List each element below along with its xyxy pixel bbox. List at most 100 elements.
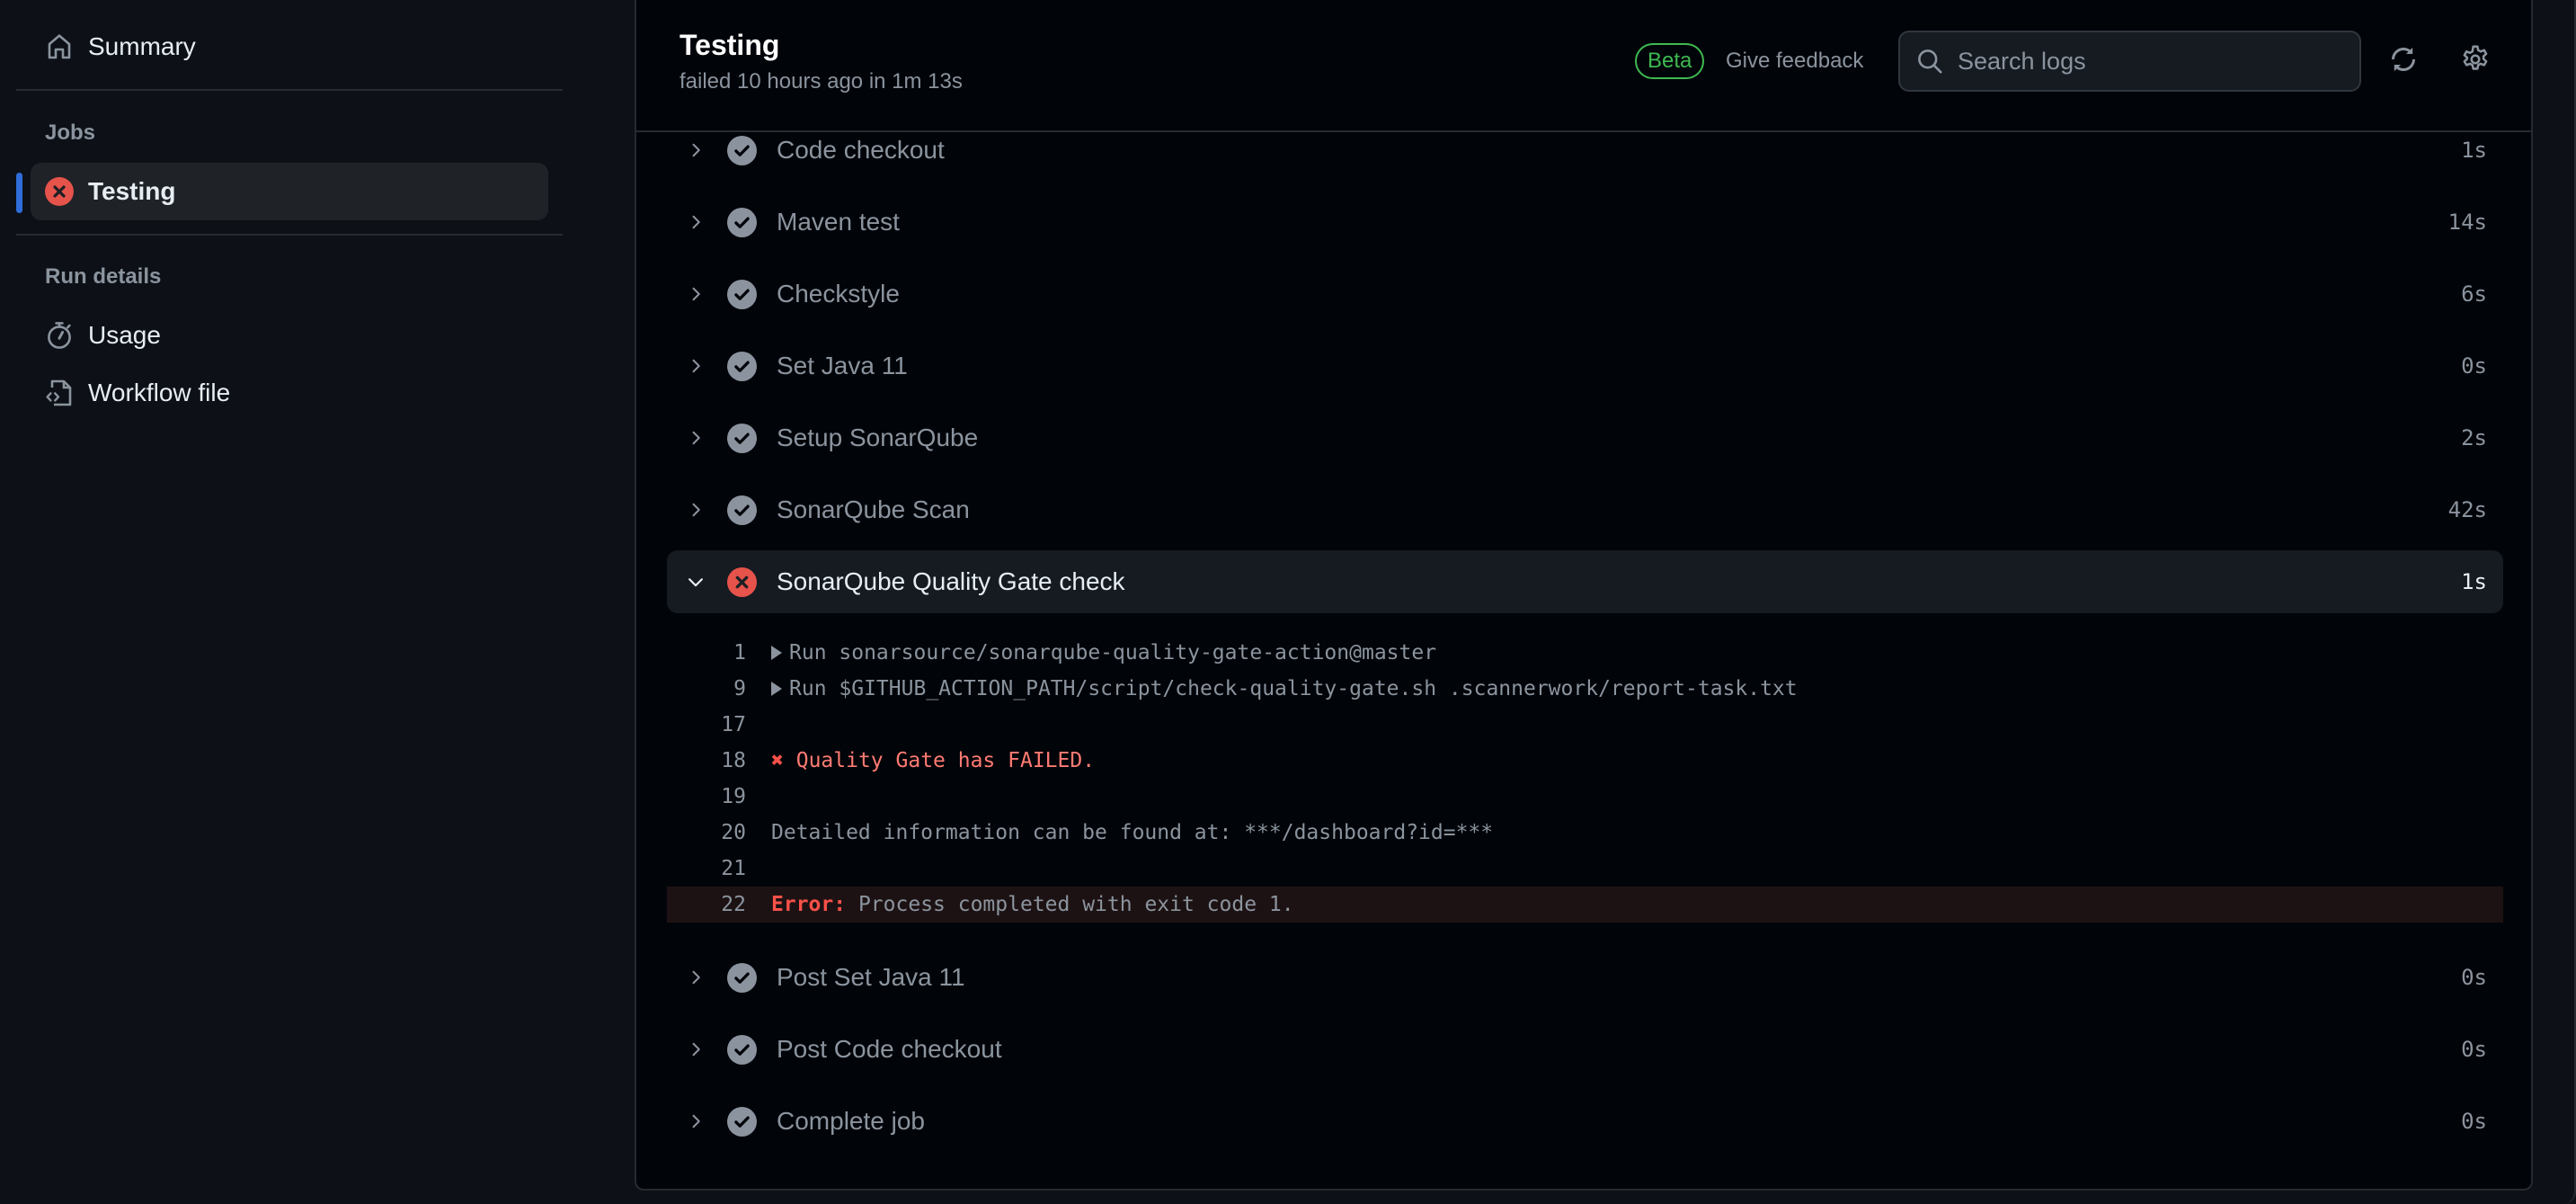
log-text: Quality Gate has FAILED. xyxy=(795,749,1096,772)
sidebar-item-usage[interactable]: Usage xyxy=(31,307,548,364)
check-circle-fill-icon xyxy=(727,962,757,993)
step-duration: 2s xyxy=(2461,425,2487,450)
step-duration: 14s xyxy=(2447,210,2487,235)
log-line: 9 Run $GITHUB_ACTION_PATH/script/check-q… xyxy=(667,671,2503,707)
log-text: Detailed information can be found at: **… xyxy=(771,821,1494,844)
run-details-heading: Run details xyxy=(45,264,162,289)
log-text: Process completed with exit code 1. xyxy=(857,893,1294,916)
step-name: Post Set Java 11 xyxy=(777,963,965,991)
sidebar-item-label: Workflow file xyxy=(88,379,231,406)
sidebar-item-label: Testing xyxy=(88,177,176,205)
step-duration: 6s xyxy=(2461,281,2487,307)
gear-icon xyxy=(2460,44,2491,79)
check-circle-fill-icon xyxy=(727,1106,757,1137)
search-logs-field[interactable] xyxy=(1898,31,2361,92)
line-number[interactable]: 17 xyxy=(667,713,746,736)
chevron-down-icon xyxy=(683,569,708,594)
step-name: Maven test xyxy=(777,208,900,236)
log-line: 20 Detailed information can be found at:… xyxy=(667,815,2503,851)
step-duration: 1s xyxy=(2461,138,2487,163)
give-feedback-link[interactable]: Give feedback xyxy=(1726,49,1863,74)
log-line: 19 xyxy=(667,779,2503,815)
step-duration: 1s xyxy=(2461,569,2487,594)
chevron-right-icon xyxy=(683,138,708,163)
step-duration: 0s xyxy=(2461,965,2487,990)
step-name: Code checkout xyxy=(777,136,945,164)
step-post-set-java-11[interactable]: Post Set Java 11 0s xyxy=(667,946,2503,1009)
step-duration: 0s xyxy=(2461,1037,2487,1062)
log-line: 1 Run sonarsource/sonarqube-quality-gate… xyxy=(667,635,2503,671)
step-name: SonarQube Scan xyxy=(777,495,970,523)
step-duration: 42s xyxy=(2447,497,2487,522)
step-name: Complete job xyxy=(777,1107,925,1135)
x-circle-fill-icon xyxy=(45,177,74,206)
check-circle-fill-icon xyxy=(727,207,757,237)
job-status-subtitle: failed 10 hours ago in 1m 13s xyxy=(680,69,963,94)
chevron-right-icon xyxy=(683,965,708,990)
chevron-right-icon xyxy=(683,281,708,307)
step-setup-sonarqube[interactable]: Setup SonarQube 2s xyxy=(667,406,2503,469)
sidebar-item-label: Summary xyxy=(88,32,196,60)
chevron-right-icon xyxy=(683,1037,708,1062)
line-number[interactable]: 19 xyxy=(667,785,746,808)
sidebar-divider xyxy=(16,89,563,91)
file-code-icon xyxy=(45,379,74,407)
line-number[interactable]: 18 xyxy=(667,749,746,772)
search-icon xyxy=(1916,48,1943,75)
step-post-code-checkout[interactable]: Post Code checkout 0s xyxy=(667,1018,2503,1081)
check-circle-fill-icon xyxy=(727,135,757,165)
search-logs-input[interactable] xyxy=(1958,47,2335,76)
check-circle-fill-icon xyxy=(727,1034,757,1065)
sidebar-divider xyxy=(16,234,563,236)
step-name: Setup SonarQube xyxy=(777,424,979,451)
step-name: SonarQube Quality Gate check xyxy=(777,567,1125,595)
active-indicator xyxy=(16,173,22,213)
expand-group-icon[interactable] xyxy=(771,646,782,660)
page-frame xyxy=(2533,0,2576,1204)
step-checkstyle[interactable]: Checkstyle 6s xyxy=(667,263,2503,326)
line-number[interactable]: 1 xyxy=(667,641,746,664)
check-circle-fill-icon xyxy=(727,279,757,309)
log-line: 18 ✖ Quality Gate has FAILED. xyxy=(667,743,2503,779)
refresh-button[interactable] xyxy=(2387,45,2420,77)
log-line: 17 xyxy=(667,707,2503,743)
step-complete-job[interactable]: Complete job 0s xyxy=(667,1090,2503,1153)
step-duration: 0s xyxy=(2461,1109,2487,1134)
line-number[interactable]: 20 xyxy=(667,821,746,844)
step-name: Post Code checkout xyxy=(777,1035,1002,1063)
job-log-panel: Testing failed 10 hours ago in 1m 13s Be… xyxy=(635,0,2533,1191)
home-icon xyxy=(45,32,74,61)
chevron-right-icon xyxy=(683,353,708,379)
step-set-java-11[interactable]: Set Java 11 0s xyxy=(667,334,2503,397)
step-maven-test[interactable]: Maven test 14s xyxy=(667,191,2503,254)
line-number[interactable]: 22 xyxy=(667,893,746,916)
expand-group-icon[interactable] xyxy=(771,682,782,696)
check-circle-fill-icon xyxy=(727,351,757,381)
log-text: Run $GITHUB_ACTION_PATH/script/check-qua… xyxy=(789,677,1798,700)
jobs-heading: Jobs xyxy=(45,120,96,145)
check-circle-fill-icon xyxy=(727,495,757,525)
chevron-right-icon xyxy=(683,210,708,235)
line-number[interactable]: 9 xyxy=(667,677,746,700)
settings-button[interactable] xyxy=(2459,44,2492,79)
sync-icon xyxy=(2388,44,2419,79)
sidebar: Summary Jobs Testing Run details Usage W… xyxy=(0,0,635,1204)
sidebar-item-summary[interactable]: Summary xyxy=(31,18,548,76)
log-text: Run sonarsource/sonarqube-quality-gate-a… xyxy=(789,641,1437,664)
log-line: 21 xyxy=(667,851,2503,887)
sidebar-item-workflow-file[interactable]: Workflow file xyxy=(31,364,548,422)
job-header: Testing failed 10 hours ago in 1m 13s Be… xyxy=(636,0,2531,132)
step-sonarqube-scan[interactable]: SonarQube Scan 42s xyxy=(667,478,2503,541)
x-circle-fill-icon xyxy=(727,566,757,597)
chevron-right-icon xyxy=(683,497,708,522)
chevron-right-icon xyxy=(683,425,708,450)
log-line-error: 22 Error: Process completed with exit co… xyxy=(667,887,2503,923)
step-sonarqube-quality-gate-check[interactable]: SonarQube Quality Gate check 1s xyxy=(667,550,2503,613)
step-duration: 0s xyxy=(2461,353,2487,379)
error-label: Error: xyxy=(771,893,847,916)
chevron-right-icon xyxy=(683,1109,708,1134)
sidebar-item-job-testing[interactable]: Testing xyxy=(31,163,548,220)
stopwatch-icon xyxy=(45,321,74,350)
error-mark-icon: ✖ xyxy=(771,749,784,772)
line-number[interactable]: 21 xyxy=(667,857,746,880)
